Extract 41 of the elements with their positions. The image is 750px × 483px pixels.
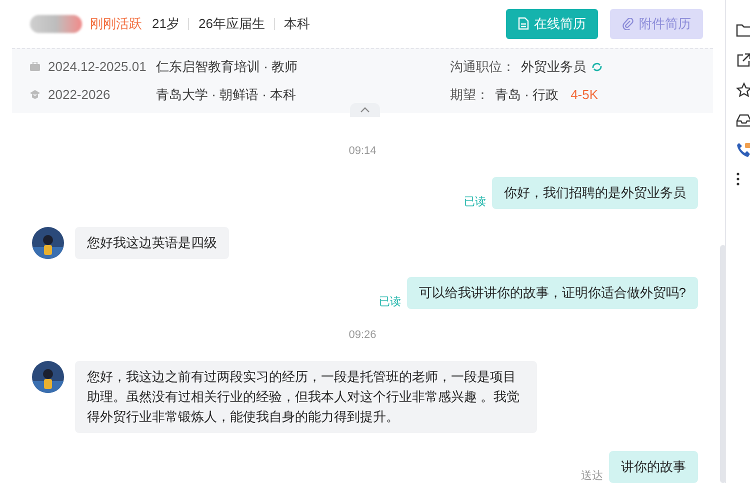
tray-icon[interactable] <box>736 112 750 128</box>
position-value: 外贸业务员 <box>521 58 586 76</box>
more-icon[interactable] <box>736 172 740 186</box>
blurred-name <box>30 14 82 33</box>
document-icon <box>518 17 529 30</box>
salary: 4-5K <box>570 86 598 104</box>
received-message: 您好我这边英语是四级 <box>75 227 229 259</box>
chevron-up-icon <box>360 107 370 113</box>
paperclip-icon <box>622 18 634 30</box>
folder-icon[interactable] <box>736 22 750 38</box>
candidate-detail: 本科 <box>284 15 310 34</box>
timestamp: 09:14 <box>348 144 376 159</box>
share-icon[interactable] <box>736 52 750 68</box>
activity-status: 刚刚活跃 <box>90 15 142 34</box>
phone-icon[interactable] <box>736 142 750 158</box>
delivery-status: 已读 <box>378 295 401 309</box>
collapse-tab[interactable] <box>350 103 380 117</box>
candidate-detail: 26年应届生 <box>198 15 265 34</box>
avatar[interactable] <box>32 361 64 393</box>
work-experience: 仁东启智教育培训 · 教师 <box>156 58 298 76</box>
star-icon[interactable] <box>736 82 750 98</box>
avatar[interactable] <box>32 227 64 259</box>
period: 2024.12-2025.01 <box>48 58 148 76</box>
briefcase-icon <box>30 62 40 72</box>
graduation-cap-icon <box>30 90 40 100</box>
delivery-status: 已读 <box>464 195 486 209</box>
sent-message: 你好，我们招聘的是外贸业务员 <box>492 177 698 209</box>
position-label: 沟通职位： <box>450 58 515 76</box>
received-message: 您好，我这边之前有过两段实习的经历，一段是托管班的老师，一段是项目助理。虽然没有过相关行业的经验，但我本人对这个行业非常感兴趣 。我觉得外贸行业非常锻炼人，能使我自身的能力得到提升。 <box>75 361 537 433</box>
online-resume-button[interactable]: 在线简历 <box>506 8 598 39</box>
switch-icon[interactable] <box>591 60 603 73</box>
delivery-status: 送达 <box>581 469 603 483</box>
scrollbar[interactable] <box>720 245 725 483</box>
sent-message: 可以给我讲讲你的故事，证明你适合做外贸吗? <box>406 277 698 309</box>
period: 2022-2026 <box>48 86 112 104</box>
education: 青岛大学 · 朝鲜语 · 本科 <box>156 86 296 104</box>
timestamp: 09:26 <box>348 328 376 343</box>
sent-message: 讲你的故事 <box>609 451 698 483</box>
candidate-detail: 21岁 <box>152 15 180 34</box>
expectation-label: 期望： <box>450 86 489 104</box>
expectation-value: 青岛 · 行政 <box>495 86 559 104</box>
